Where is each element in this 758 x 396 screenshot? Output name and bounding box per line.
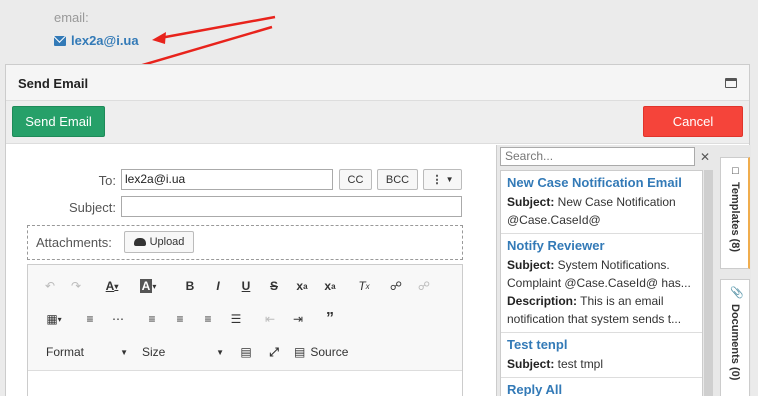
- attachments-dropzone[interactable]: Attachments: Upload: [27, 225, 463, 260]
- subject-key: Subject:: [507, 195, 555, 209]
- align-center-icon[interactable]: ≡: [170, 309, 190, 329]
- subject-key: Subject:: [507, 258, 555, 272]
- template-title[interactable]: Test tenpl: [507, 337, 696, 352]
- remove-format-icon[interactable]: Tx: [354, 276, 374, 296]
- indent-icon[interactable]: ⇥: [288, 309, 308, 329]
- tab-templates-label: Templates (8): [729, 182, 741, 253]
- template-subject: New Case Notification: [554, 195, 676, 209]
- bold-icon[interactable]: B: [180, 276, 200, 296]
- tab-templates[interactable]: □ Templates (8): [720, 157, 750, 269]
- list-item[interactable]: Notify Reviewer Subject: System Notifica…: [501, 234, 702, 333]
- align-right-icon[interactable]: ≡: [198, 309, 218, 329]
- underline-icon[interactable]: U: [236, 276, 256, 296]
- chevron-down-icon: ▼: [216, 347, 224, 357]
- template-title[interactable]: New Case Notification Email: [507, 175, 696, 190]
- template-title[interactable]: Reply All: [507, 382, 696, 396]
- tab-documents-label: Documents (0): [729, 304, 741, 381]
- subject-label: Subject:: [69, 200, 116, 215]
- paperclip-icon: 📎: [730, 287, 744, 299]
- tab-documents[interactable]: 📎 Documents (0): [720, 279, 750, 396]
- unlink-icon[interactable]: ☍: [414, 276, 434, 296]
- kebab-icon: ⋮: [431, 174, 443, 186]
- send-email-button[interactable]: Send Email: [12, 106, 105, 137]
- description-key: Description:: [507, 294, 578, 308]
- list-item[interactable]: Test tenpl Subject: test tmpl: [501, 333, 702, 378]
- action-toolbar: Send Email Cancel: [6, 101, 749, 144]
- source-button[interactable]: ▤ Source: [294, 342, 360, 362]
- bcc-button[interactable]: BCC: [377, 169, 418, 190]
- table-icon[interactable]: ▦ ▾: [40, 309, 68, 329]
- email-link[interactable]: lex2a@i.ua: [54, 33, 139, 48]
- side-tabs: □ Templates (8) 📎 Documents (0): [716, 145, 751, 396]
- bullet-list-icon[interactable]: ⋯: [108, 309, 128, 329]
- size-select[interactable]: Size ▼: [142, 342, 224, 362]
- template-subject: System Notifications.: [554, 258, 670, 272]
- to-label: To:: [98, 173, 116, 188]
- format-label: Format: [46, 345, 85, 359]
- template-subject: test tmpl: [554, 357, 604, 371]
- email-link-text: lex2a@i.ua: [71, 33, 139, 48]
- dialog-title: Send Email: [18, 76, 89, 91]
- upload-label: Upload: [149, 236, 185, 248]
- cancel-button[interactable]: Cancel: [643, 106, 743, 137]
- source-icon: ▤: [294, 345, 306, 359]
- source-label: Source: [310, 345, 349, 359]
- template-icon: □: [732, 165, 739, 177]
- link-icon[interactable]: ☍: [386, 276, 406, 296]
- italic-icon[interactable]: I: [208, 276, 228, 296]
- blockquote-icon[interactable]: ”: [320, 309, 340, 329]
- rich-text-editor[interactable]: ↶ ↷ A ▾ A ▾ B I U S xa xa Tx ☍ ☍ ▦ ▾ ≡ ⋯ ≡ …: [27, 264, 463, 396]
- template-search-input[interactable]: Search...: [500, 147, 695, 166]
- format-select[interactable]: Format ▼: [46, 342, 128, 362]
- close-icon[interactable]: ✕: [697, 147, 713, 166]
- outdent-icon[interactable]: ⇤: [260, 309, 280, 329]
- undo-icon[interactable]: ↶: [40, 276, 60, 296]
- bg-color-icon[interactable]: A ▾: [138, 276, 158, 296]
- superscript-icon[interactable]: xa: [320, 276, 340, 296]
- templates-panel: Search... ✕ New Case Notification Email …: [496, 145, 716, 396]
- dialog-header: Send Email: [6, 65, 749, 101]
- template-list: New Case Notification Email Subject: New…: [500, 170, 703, 396]
- justify-icon[interactable]: ☰: [226, 309, 246, 329]
- text-color-icon[interactable]: A ▾: [102, 276, 122, 296]
- email-form: To: lex2a@i.ua CC BCC ⋮ ▼ Subject: Attac…: [6, 145, 492, 396]
- list-item[interactable]: Reply All: [501, 378, 702, 396]
- show-blocks-icon[interactable]: ▤: [236, 342, 256, 362]
- align-left-icon[interactable]: ≡: [142, 309, 162, 329]
- redo-icon[interactable]: ↷: [66, 276, 86, 296]
- fullscreen-icon[interactable]: ⤢: [264, 342, 284, 362]
- template-description: This is an email: [577, 294, 664, 308]
- numbered-list-icon[interactable]: ≡: [80, 309, 100, 329]
- chevron-down-icon: ▼: [445, 175, 454, 184]
- chevron-down-icon: ▼: [120, 347, 128, 357]
- strike-icon[interactable]: S: [264, 276, 284, 296]
- to-field[interactable]: lex2a@i.ua: [121, 169, 333, 190]
- window-maximize-icon[interactable]: [725, 78, 737, 88]
- subject-field[interactable]: [121, 196, 462, 217]
- template-description-cont: notification that system sends t...: [507, 312, 682, 326]
- upload-button[interactable]: Upload: [124, 231, 194, 253]
- template-title[interactable]: Notify Reviewer: [507, 238, 696, 253]
- cloud-upload-icon: [133, 238, 146, 246]
- more-options-button[interactable]: ⋮ ▼: [423, 169, 462, 190]
- envelope-icon: [54, 35, 66, 46]
- size-label: Size: [142, 345, 166, 359]
- subscript-icon[interactable]: xa: [292, 276, 312, 296]
- contact-header: email: lex2a@i.ua: [0, 0, 758, 65]
- email-label: email:: [54, 10, 89, 25]
- template-subject-cont: @Case.CaseId@: [507, 213, 601, 227]
- subject-key: Subject:: [507, 357, 555, 371]
- list-item[interactable]: New Case Notification Email Subject: New…: [501, 171, 702, 234]
- cc-button[interactable]: CC: [339, 169, 372, 190]
- editor-toolbar: ↶ ↷ A ▾ A ▾ B I U S xa xa Tx ☍ ☍ ▦ ▾ ≡ ⋯ ≡ …: [28, 265, 462, 371]
- send-email-dialog: Send Email Send Email Cancel To: lex2a@i…: [5, 64, 751, 396]
- template-subject-cont: Complaint @Case.CaseId@ has...: [507, 276, 691, 290]
- scrollbar[interactable]: [704, 170, 713, 396]
- attachments-label: Attachments:: [36, 235, 112, 250]
